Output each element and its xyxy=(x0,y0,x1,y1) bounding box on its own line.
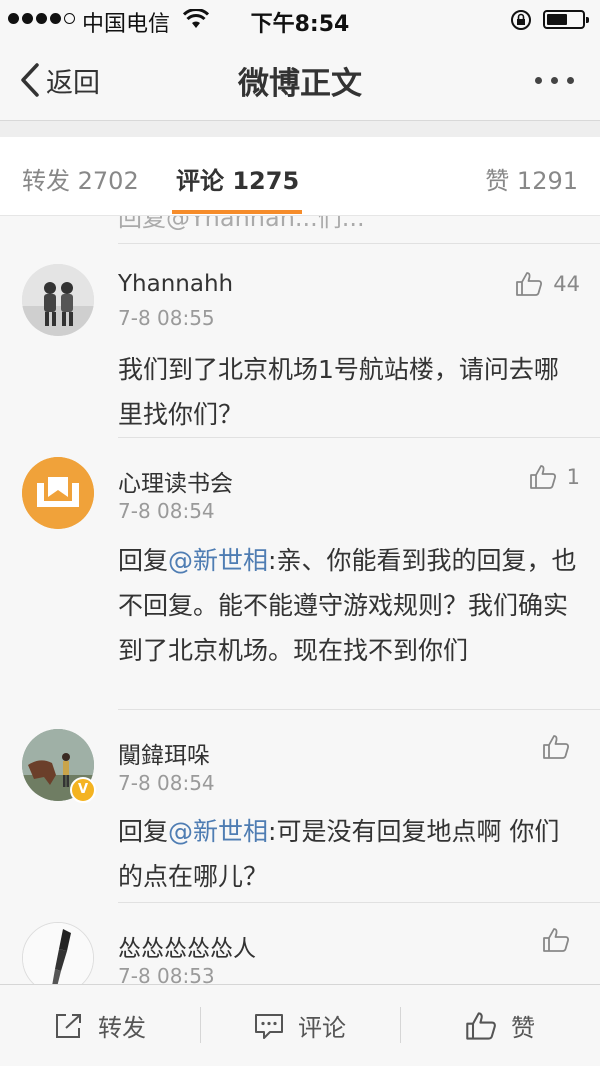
repost-button[interactable]: 转发 xyxy=(0,985,200,1066)
comment-like-button[interactable]: 44 xyxy=(515,271,580,297)
comment-button[interactable]: 评论 xyxy=(200,985,400,1066)
bottom-action-bar: 转发 评论 赞 xyxy=(0,984,600,1066)
tab-comments[interactable]: 评论 1275 xyxy=(176,161,299,196)
repost-label: 转发 xyxy=(98,1014,146,1042)
comment-icon xyxy=(255,1013,283,1039)
navigation-bar: 返回 微博正文 xyxy=(0,40,600,121)
share-icon xyxy=(56,1013,81,1038)
comment-item[interactable]: V 闃鍏珥哚 7-8 08:54 回复@新世相:可是没有回复地点啊 你们的点在哪… xyxy=(0,710,600,902)
comment-author[interactable]: 心理读书会 xyxy=(118,464,233,498)
avatar-image xyxy=(23,923,93,984)
thumbs-up-icon xyxy=(543,735,570,759)
comment-like-button[interactable] xyxy=(542,927,580,953)
comment-author[interactable]: Yhannahh xyxy=(118,271,233,297)
comment-time: 7-8 08:54 xyxy=(118,499,215,523)
mention-link[interactable]: @新世相 xyxy=(168,817,268,846)
thumbs-up-icon xyxy=(543,928,570,952)
comment-like-button[interactable] xyxy=(542,734,580,760)
active-tab-indicator xyxy=(172,210,302,214)
comment-time: 7-8 08:55 xyxy=(118,306,215,330)
status-bar: 中国电信 下午8:54 xyxy=(0,0,600,40)
comment-item[interactable]: Yhannahh 7-8 08:55 44 我们到了北京机场1号航站楼，请问去哪… xyxy=(0,244,600,437)
comment-author[interactable]: 怂怂怂怂怂人 xyxy=(118,929,256,963)
section-gap xyxy=(0,121,600,137)
tab-reposts-count: 2702 xyxy=(77,167,139,195)
comment-body: 回复@新世相:可是没有回复地点啊 你们的点在哪儿？ xyxy=(118,809,580,899)
thumbs-up-icon xyxy=(516,272,543,296)
tab-likes-label: 赞 xyxy=(485,167,510,195)
comment-body: 回复@新世相:亲、你能看到我的回复，也不回复。能不能遵守游戏规则？我们确实到了北… xyxy=(118,538,580,673)
avatar-image xyxy=(22,264,94,336)
reply-prefix: 回复 xyxy=(118,817,169,846)
more-options-button[interactable] xyxy=(535,77,574,84)
tab-reposts-label: 转发 xyxy=(22,167,70,195)
reply-prefix: 回复 xyxy=(118,546,169,575)
avatar[interactable] xyxy=(22,922,94,984)
comment-author[interactable]: 闃鍏珥哚 xyxy=(118,736,210,770)
verified-badge-icon: V xyxy=(70,777,96,803)
tab-likes-count: 1291 xyxy=(516,167,578,195)
avatar[interactable] xyxy=(22,264,94,336)
comment-like-count: 44 xyxy=(553,272,580,296)
thumbs-up-icon xyxy=(466,1011,496,1040)
comment-item[interactable]: 心理读书会 7-8 08:54 1 回复@新世相:亲、你能看到我的回复，也不回复… xyxy=(0,438,600,709)
thumbs-up-icon xyxy=(529,465,556,489)
tab-bar: 转发 2702 评论 1275 赞 1291 xyxy=(0,137,600,216)
avatar[interactable] xyxy=(22,457,94,529)
tab-comments-count: 1275 xyxy=(232,167,300,195)
rotation-lock-icon xyxy=(511,10,531,30)
like-button[interactable]: 赞 xyxy=(400,985,600,1066)
comment-like-button[interactable]: 1 xyxy=(529,464,580,490)
tab-comments-label: 评论 xyxy=(176,167,224,195)
like-label: 赞 xyxy=(511,1014,535,1042)
tab-reposts[interactable]: 转发 2702 xyxy=(22,161,139,196)
comment-label: 评论 xyxy=(298,1014,346,1042)
page-title: 微博正文 xyxy=(238,66,362,102)
comment-list[interactable]: 回复@Yhannah...们... Yhannahh 7-8 08:55 44 … xyxy=(0,216,600,984)
mention-link[interactable]: @新世相 xyxy=(168,546,268,575)
comment-like-count: 1 xyxy=(566,465,580,489)
comment-item[interactable]: 怂怂怂怂怂人 7-8 08:53 xyxy=(0,903,600,984)
comment-time: 7-8 08:54 xyxy=(118,771,215,795)
partial-comment-text: 回复@Yhannah...们... xyxy=(118,216,365,232)
battery-icon xyxy=(543,10,589,29)
comment-time: 7-8 08:53 xyxy=(118,964,215,984)
comment-text: 我们到了北京机场1号航站楼，请问去哪里找你们？ xyxy=(118,355,559,429)
tab-likes[interactable]: 赞 1291 xyxy=(485,161,578,196)
avatar-image xyxy=(22,457,94,529)
